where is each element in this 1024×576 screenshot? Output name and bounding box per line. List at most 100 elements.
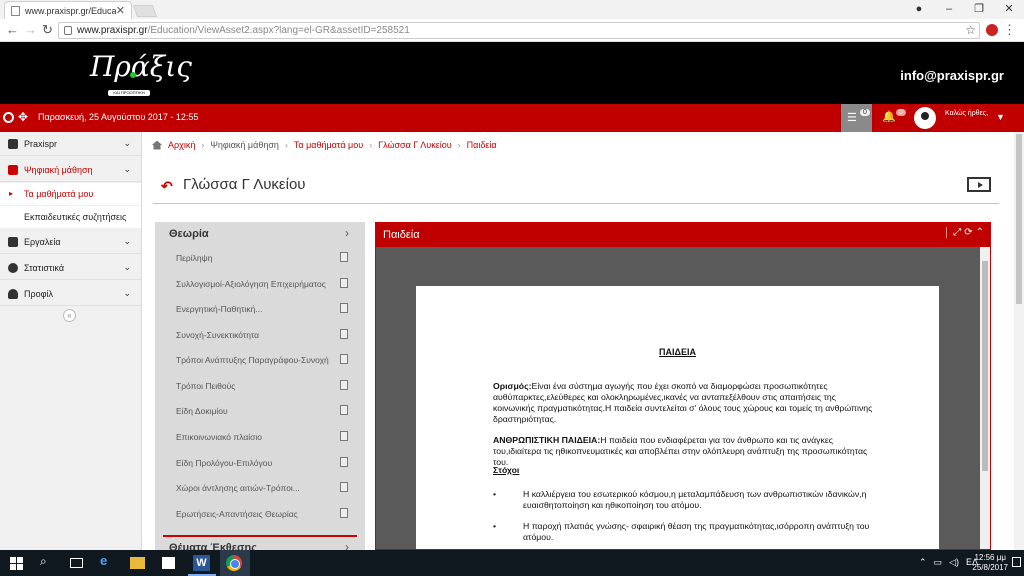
close-tab-icon[interactable]: ✕ <box>116 4 125 17</box>
page-title: Γλώσσα Γ Λυκείου <box>183 176 306 193</box>
breadcrumb-current[interactable]: Παιδεία <box>467 140 497 150</box>
current-date: Παρασκευή, 25 Αυγούστου 2017 - 12:55 <box>38 112 199 122</box>
back-icon[interactable]: ↶ <box>161 178 173 195</box>
url-input[interactable]: www.praxispr.gr/Education/ViewAsset2.asp… <box>58 22 980 39</box>
breadcrumb-digital-learning[interactable]: Ψηφιακή μάθηση <box>210 140 279 150</box>
sidebar-item-praxispr[interactable]: Praxispr ⌄ <box>0 132 141 156</box>
user-menu-caret-icon[interactable]: ▼ <box>996 112 1005 122</box>
dashboard-icon <box>8 138 18 149</box>
sidebar-item-digital-learning[interactable]: Ψηφιακή μάθηση ⌄ <box>0 158 141 182</box>
doc-bullet: Η καλλιέργεια του εσωτερικού κόσμου,η με… <box>493 489 883 511</box>
reload-icon[interactable]: ↻ <box>42 22 53 38</box>
list-heading[interactable]: Θεωρία <box>169 228 209 240</box>
chevron-down-icon: ⌄ <box>123 236 131 246</box>
viewer-body[interactable]: ΠΑΙΔΕΙΑ Ορισμός:Είναι ένα σύστημα αγωγής… <box>376 247 980 549</box>
breadcrumb-home[interactable]: Αρχική <box>168 140 195 150</box>
list-item[interactable]: Είδη Δοκιμίου <box>176 405 356 416</box>
taskbar: ⌕ e W ⌃ ▭ ◁) ΕΛ 12:56 μμ 25/8/2017 <box>0 550 1024 576</box>
new-tab-button[interactable] <box>132 5 158 17</box>
chevron-down-icon: ⌄ <box>123 164 131 174</box>
list-item[interactable]: Τρόποι Πειθούς <box>176 380 356 391</box>
list-item[interactable]: Ενεργητική-Παθητική... <box>176 303 356 314</box>
minus-circle-icon[interactable] <box>3 112 14 123</box>
url-host: www.praxispr.gr <box>77 25 148 36</box>
close-window-icon[interactable]: ✕ <box>994 0 1024 19</box>
sidebar-item-my-courses[interactable]: Τα μαθήματά μου <box>0 183 141 205</box>
word-icon[interactable]: W <box>193 555 210 571</box>
viewer-header: Παιδεία ⤢ ⟳ ⌃ <box>376 223 990 247</box>
folder-icon[interactable] <box>130 557 145 569</box>
window-controls: ● – ❐ ✕ <box>904 0 1024 19</box>
store-icon[interactable] <box>162 557 175 569</box>
task-view-icon[interactable] <box>70 558 83 568</box>
document-icon <box>340 508 348 518</box>
breadcrumb-separator: › <box>201 140 205 150</box>
scrollbar-thumb[interactable] <box>982 261 988 471</box>
chevron-up-icon[interactable]: ⌃ <box>976 227 984 238</box>
list-item[interactable]: Επικοινωνιακό πλαίσιο <box>176 431 356 442</box>
clock-time: 12:56 μμ <box>974 553 1006 562</box>
browser-menu-icon[interactable]: ⋮ <box>1003 22 1016 38</box>
minimize-icon[interactable]: – <box>934 0 964 19</box>
chrome-icon[interactable] <box>226 555 242 571</box>
chevron-down-icon: ⌄ <box>123 138 131 148</box>
document-icon <box>340 303 348 313</box>
doc-definition: Ορισμός:Είναι ένα σύστημα αγωγής που έχε… <box>493 381 873 425</box>
chevron-right-icon[interactable]: › <box>345 226 349 240</box>
messages-button[interactable]: ☰ 0 <box>840 104 872 132</box>
breadcrumb-my-courses[interactable]: Τα μαθήματά μου <box>294 140 363 150</box>
notifications-button[interactable]: 🔔 0 <box>873 104 909 132</box>
fullscreen-icon[interactable]: ✥ <box>18 110 28 124</box>
presentation-button[interactable] <box>967 177 991 192</box>
expand-icon[interactable]: ⤢ <box>953 227 961 238</box>
sidebar-item-profile[interactable]: Προφίλ ⌄ <box>0 282 141 306</box>
page-info-icon[interactable] <box>64 26 72 35</box>
sidebar-collapse-button[interactable]: « <box>63 309 76 322</box>
scrollbar-thumb[interactable] <box>1016 134 1022 304</box>
site-header: Πράξις ΚΑΙ ΠΡΟΟΠΤΙΚΗ info@praxispr.gr <box>0 42 1024 104</box>
start-icon[interactable] <box>10 557 23 570</box>
refresh-icon[interactable]: ⟳ <box>964 227 972 238</box>
restore-icon[interactable]: ❐ <box>964 0 994 19</box>
address-bar: ← → ↻ www.praxispr.gr/Education/ViewAsse… <box>0 19 1024 42</box>
list-item[interactable]: Τρόποι Ανάπτυξης Παραγράφου-Συνοχή <box>176 354 356 365</box>
list-heading-2[interactable]: Θέματα Έκθεσης <box>169 542 257 550</box>
clock[interactable]: 12:56 μμ 25/8/2017 <box>972 553 1008 573</box>
sidebar-item-statistics[interactable]: Στατιστικά ⌄ <box>0 256 141 280</box>
pie-chart-icon <box>8 262 18 273</box>
list-item[interactable]: Είδη Προλόγου-Επιλόγου <box>176 457 356 468</box>
list-item[interactable]: Χώροι άντλησης αιτιών-Τρόποι... <box>176 482 356 493</box>
page-scrollbar[interactable] <box>1014 132 1024 550</box>
system-tray: ⌃ ▭ ◁) ΕΛ <box>919 557 978 568</box>
list-item[interactable]: Συνοχή-Συνεκτικότητα <box>176 329 356 340</box>
list-item[interactable]: Περίληψη <box>176 252 356 263</box>
search-icon[interactable]: ⌕ <box>40 554 56 570</box>
browser-tab-bar: www.praxispr.gr/Educatio ✕ ● – ❐ ✕ <box>0 0 1024 19</box>
forward-arrow-icon[interactable]: → <box>24 22 37 37</box>
sidebar: Praxispr ⌄ Ψηφιακή μάθηση ⌄ Τα μαθήματά … <box>0 132 142 550</box>
chevron-right-icon[interactable]: › <box>345 540 349 550</box>
sidebar-item-tools[interactable]: Εργαλεία ⌄ <box>0 230 141 254</box>
browser-tab[interactable]: www.praxispr.gr/Educatio ✕ <box>4 1 132 19</box>
document-icon <box>340 457 348 467</box>
back-arrow-icon[interactable]: ← <box>6 22 19 37</box>
list-item-label: Ερωτήσεις-Απαντήσεις Θεωρίας <box>176 509 298 519</box>
network-icon[interactable]: ▭ <box>934 557 943 568</box>
site-logo[interactable]: Πράξις ΚΑΙ ΠΡΟΟΠΤΙΚΗ <box>90 50 192 98</box>
bookmark-star-icon[interactable]: ☆ <box>965 23 976 37</box>
header-email[interactable]: info@praxispr.gr <box>900 68 1004 83</box>
breadcrumb-separator: › <box>457 140 461 150</box>
breadcrumb: Αρχική › Ψηφιακή μάθηση › Τα μαθήματά μο… <box>152 140 497 150</box>
extension-icon[interactable] <box>986 24 998 36</box>
sidebar-item-discussions[interactable]: Εκπαιδευτικές συζητήσεις <box>0 206 141 228</box>
notification-center-icon[interactable] <box>1012 557 1021 567</box>
chevron-up-icon[interactable]: ⌃ <box>919 557 927 568</box>
volume-icon[interactable]: ◁) <box>949 557 959 568</box>
list-item[interactable]: Συλλογισμοί-Αξιολόγηση Επιχειρήματος <box>176 278 356 289</box>
list-item[interactable]: Ερωτήσεις-Απαντήσεις Θεωρίας <box>176 508 356 519</box>
user-avatar[interactable] <box>914 107 936 129</box>
viewer-scrollbar[interactable] <box>980 247 990 549</box>
profile-icon[interactable]: ● <box>904 0 934 19</box>
edge-icon[interactable]: e <box>100 553 116 569</box>
breadcrumb-course[interactable]: Γλώσσα Γ Λυκείου <box>378 140 452 150</box>
